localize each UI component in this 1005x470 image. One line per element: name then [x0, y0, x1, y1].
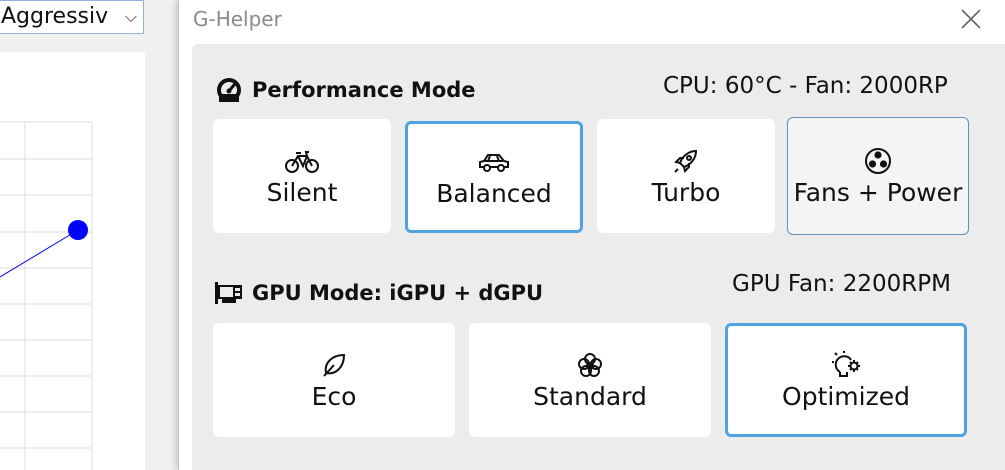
bicycle-icon [285, 146, 319, 176]
curve-point[interactable] [68, 220, 88, 240]
gpu-optimized-button[interactable]: Optimized [725, 323, 967, 437]
mode-balanced-label: Balanced [436, 178, 552, 208]
performance-header-label: Performance Mode [252, 78, 476, 102]
background-window: Aggressiv ⌵ [0, 0, 180, 470]
curve-line [0, 229, 79, 278]
gpu-status: GPU Fan: 2200RPM [732, 271, 951, 297]
performance-status: CPU: 60°C - Fan: 2000RP [663, 73, 948, 99]
mode-fans-power-label: Fans + Power [793, 177, 963, 207]
gpu-optimized-label: Optimized [782, 381, 910, 411]
fan-profile-dropdown-value: Aggressiv [1, 4, 109, 29]
mode-balanced-button[interactable]: Balanced [405, 121, 583, 233]
fan-curve-chart[interactable] [0, 52, 145, 470]
leaf-icon [320, 350, 348, 380]
gpu-eco-button[interactable]: Eco [213, 323, 455, 437]
fan-icon [864, 146, 892, 176]
bulb-gear-icon [830, 350, 862, 380]
title-bar: G-Helper [179, 0, 1005, 40]
close-button[interactable] [954, 4, 988, 34]
fan-profile-dropdown[interactable]: Aggressiv ⌵ [0, 0, 144, 34]
mode-fans-power-button[interactable]: Fans + Power [787, 117, 969, 235]
performance-header: Performance Mode [214, 74, 476, 106]
gauge-icon [214, 75, 244, 105]
car-icon [477, 147, 511, 177]
mode-silent-button[interactable]: Silent [213, 119, 391, 233]
mode-silent-label: Silent [266, 177, 338, 207]
window-title: G-Helper [193, 7, 282, 31]
g-helper-window: G-Helper Performance Mode CPU: 60°C - Fa… [178, 0, 1005, 470]
chevron-down-icon: ⌵ [124, 7, 137, 26]
gpu-eco-label: Eco [311, 381, 357, 411]
content-panel: Performance Mode CPU: 60°C - Fan: 2000RP… [192, 44, 1005, 470]
close-icon [961, 9, 981, 29]
flower-icon [576, 350, 604, 380]
gpu-header: GPU Mode: iGPU + dGPU [214, 277, 543, 309]
graphics-card-icon [214, 278, 244, 308]
gpu-standard-button[interactable]: Standard [469, 323, 711, 437]
mode-turbo-label: Turbo [651, 177, 721, 207]
chart-grid [0, 121, 93, 470]
gpu-header-label: GPU Mode: iGPU + dGPU [252, 281, 544, 305]
gpu-standard-label: Standard [533, 381, 647, 411]
rocket-icon [672, 146, 700, 176]
mode-turbo-button[interactable]: Turbo [597, 119, 775, 233]
